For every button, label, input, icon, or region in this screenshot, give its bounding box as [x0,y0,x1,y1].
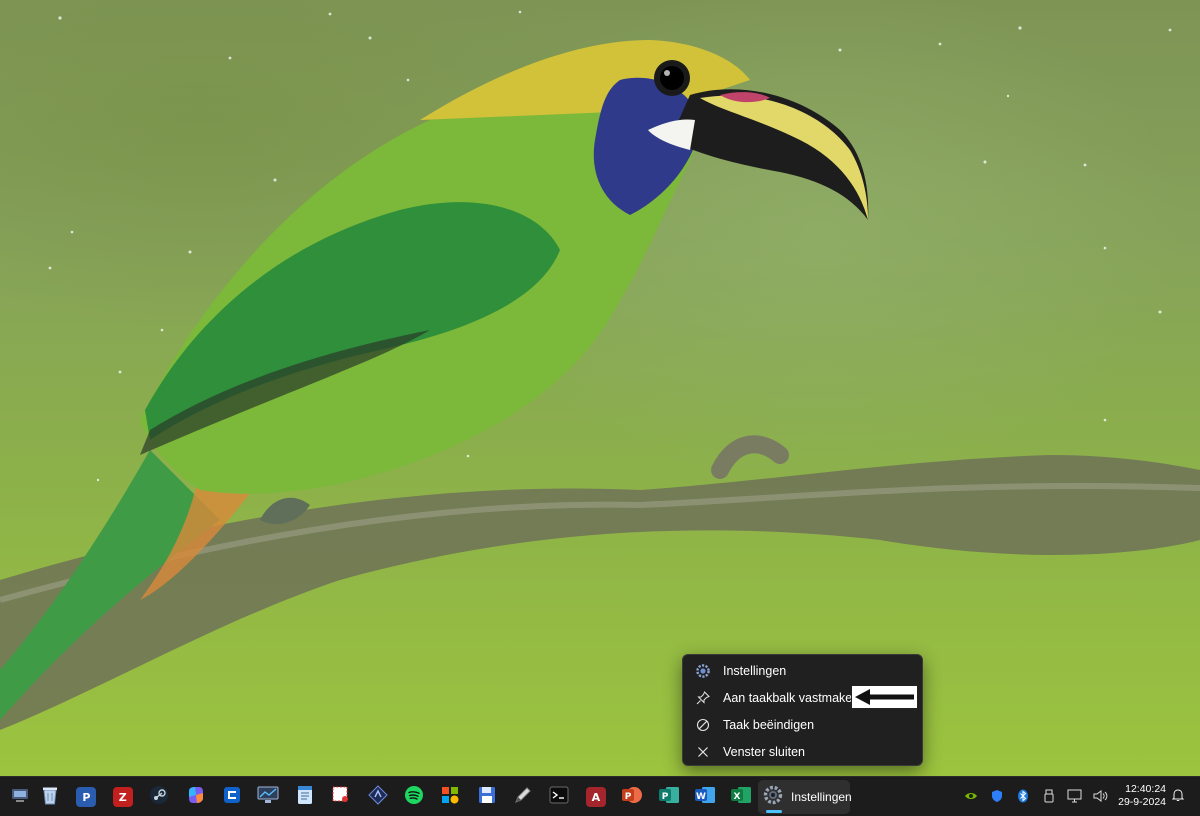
filezilla-icon: Z [112,787,133,807]
settings-gear-icon [763,785,783,810]
nvidia-icon [964,790,978,804]
clock-time: 12:40:24 [1125,783,1166,795]
taskbar-app-filezilla[interactable]: Z [105,779,141,815]
powerpoint-icon: P [621,785,643,810]
bell-icon [1171,788,1185,807]
spotify-icon [404,785,424,810]
annotation-arrow [851,685,918,709]
taskbar-app-notepad[interactable] [287,779,323,815]
taskbar-app-settings-active[interactable]: Instellingen [758,780,852,814]
project-icon: P [658,785,680,810]
save-icon [478,786,496,809]
desktop-wallpaper [0,0,1200,776]
system-tray [958,777,1114,816]
bluetooth-icon [1017,789,1029,806]
file-manager-icon [11,787,29,808]
taskbar-app-excel[interactable]: X [723,779,759,815]
steam-icon [149,785,169,810]
taskbar-app-terminal[interactable] [541,779,577,815]
excel-icon: X [730,785,752,810]
snipping-icon [331,785,351,810]
taskbar-app-snipping[interactable] [323,779,359,815]
taskbar-app-store[interactable] [432,779,468,815]
tray-nvidia[interactable] [958,777,984,816]
pin-icon [695,690,711,706]
menu-item-label: Taak beëindigen [723,717,815,732]
tray-network[interactable] [1062,777,1088,816]
recycle-icon [41,785,59,810]
volume-icon [1093,789,1109,806]
menu-item-end-task[interactable]: Taak beëindigen [687,711,918,738]
taskbar-app-steam[interactable] [141,779,177,815]
taskbar-app-save[interactable] [469,779,505,815]
settings-gear-icon [695,663,711,679]
access-icon: A [585,787,606,807]
network-icon [1067,789,1083,806]
menu-item-label: Venster sluiten [723,744,805,759]
taskbar: P Z A P P W X Instellingen 12:40:24 29-9… [0,776,1200,816]
tray-bluetooth[interactable] [1010,777,1036,816]
menu-item-label: Aan taakbalk vastmaken [723,690,860,705]
copilot-icon [186,785,206,810]
taskbar-app-powerpoint[interactable]: P [614,779,650,815]
taskbar-app-display[interactable] [250,779,286,815]
svg-text:X: X [734,792,741,802]
pen-icon [513,785,533,810]
menu-item-label: Instellingen [723,663,787,678]
taskbar-app-copilot[interactable] [178,779,214,815]
active-app-label: Instellingen [791,790,852,804]
taskbar-app-publisher[interactable]: P [68,779,104,815]
svg-text:W: W [696,792,706,802]
clock-date: 29-9-2024 [1118,796,1166,808]
menu-item-settings[interactable]: Instellingen [687,657,918,684]
word-icon: W [694,785,716,810]
pinned-apps: P Z A P P W X [32,777,760,816]
active-app-indicator [766,810,782,813]
svg-text:P: P [661,792,668,802]
app-blue-icon [222,785,242,810]
taskbar-app-pen[interactable] [505,779,541,815]
taskbar-app-spotify[interactable] [396,779,432,815]
publisher-icon: P [76,787,97,807]
menu-item-close-window[interactable]: Venster sluiten [687,738,918,765]
editor-icon [367,784,388,810]
tray-volume[interactable] [1088,777,1114,816]
defender-icon [991,789,1003,806]
store-icon [440,785,460,810]
usb-icon [1044,789,1054,806]
svg-text:P: P [625,792,632,802]
taskbar-app-word[interactable]: W [687,779,723,815]
notifications-button[interactable] [1168,787,1188,807]
notepad-icon [297,785,313,810]
toucanet-photo [0,10,1200,730]
tray-usb[interactable] [1036,777,1062,816]
taskbar-app-recycle[interactable] [32,779,68,815]
terminal-icon [549,786,569,809]
tray-defender[interactable] [984,777,1010,816]
end-task-icon [695,717,711,733]
taskbar-app-editor[interactable] [360,779,396,815]
taskbar-app-access[interactable]: A [578,779,614,815]
display-app-icon [257,786,279,809]
clock[interactable]: 12:40:24 29-9-2024 [1114,783,1166,809]
taskbar-app-project[interactable]: P [651,779,687,815]
taskbar-app-blue[interactable] [214,779,250,815]
close-icon [695,744,711,760]
